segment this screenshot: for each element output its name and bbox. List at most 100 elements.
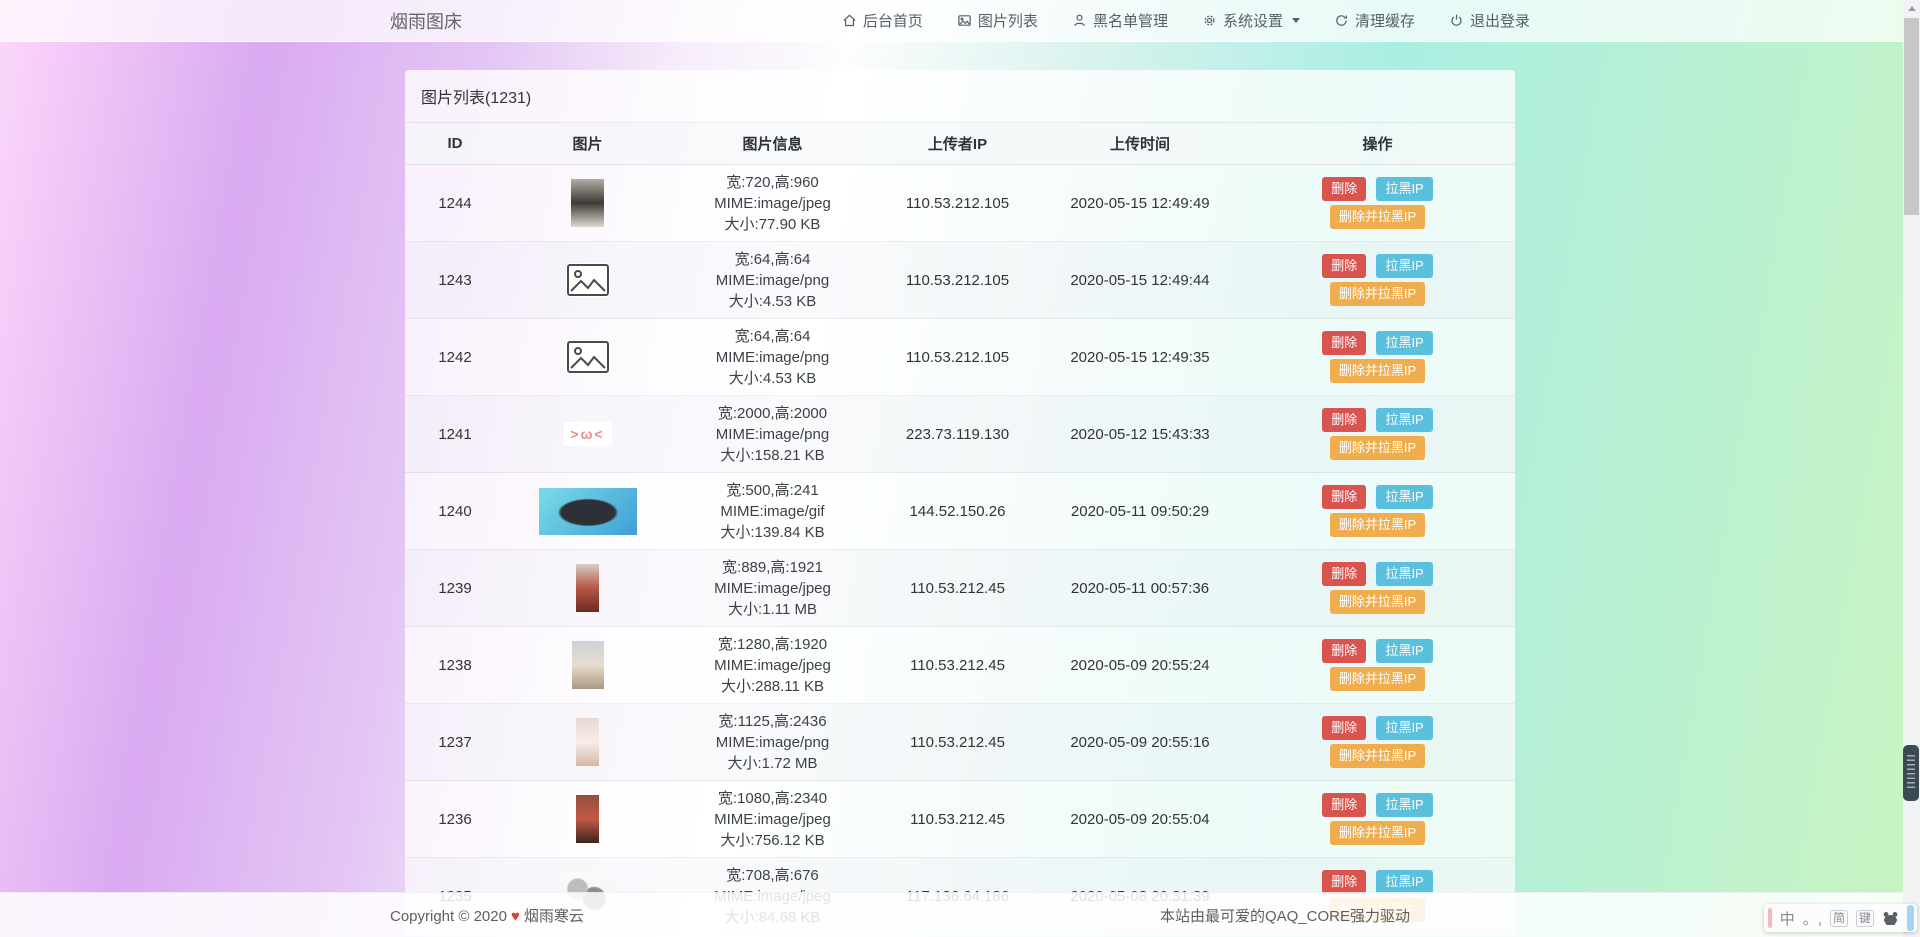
image-id: 1238 <box>405 627 505 704</box>
thumbnail-image[interactable] <box>572 641 604 689</box>
header-id: ID <box>405 123 505 165</box>
nav-item-dashboard[interactable]: 后台首页 <box>842 10 923 31</box>
actions-cell: 删除 拉黑IP 删除并拉黑IP <box>1240 550 1515 627</box>
image-id: 1236 <box>405 781 505 858</box>
blacklist-ip-button[interactable]: 拉黑IP <box>1376 716 1432 740</box>
thumbnail-image[interactable] <box>576 718 599 766</box>
delete-button[interactable]: 删除 <box>1322 870 1366 894</box>
delete-button[interactable]: 删除 <box>1322 485 1366 509</box>
blacklist-ip-button[interactable]: 拉黑IP <box>1376 331 1432 355</box>
blacklist-ip-button[interactable]: 拉黑IP <box>1376 177 1432 201</box>
header-image-info: 图片信息 <box>670 123 875 165</box>
header-uploader-ip: 上传者IP <box>875 123 1040 165</box>
refresh-icon <box>1334 13 1349 28</box>
nav-item-clear-cache[interactable]: 清理缓存 <box>1334 10 1415 31</box>
nav-item-settings[interactable]: 系统设置 <box>1202 10 1300 31</box>
scrollbar-thumb[interactable] <box>1904 18 1919 215</box>
delete-button[interactable]: 删除 <box>1322 254 1366 278</box>
delete-button[interactable]: 删除 <box>1322 793 1366 817</box>
ime-panda-icon[interactable] <box>1882 911 1899 926</box>
delete-and-blacklist-button[interactable]: 删除并拉黑IP <box>1330 359 1425 383</box>
delete-and-blacklist-button[interactable]: 删除并拉黑IP <box>1330 744 1425 768</box>
delete-and-blacklist-button[interactable]: 删除并拉黑IP <box>1330 205 1425 229</box>
power-icon <box>1449 13 1464 28</box>
table-row: 1238 宽:1280,高:1920MIME:image/jpeg大小:288.… <box>405 627 1515 704</box>
thumbnail-image[interactable]: >ω< <box>564 422 612 446</box>
blacklist-ip-button[interactable]: 拉黑IP <box>1376 408 1432 432</box>
table-row: 1240 宽:500,高:241MIME:image/gif大小:139.84 … <box>405 473 1515 550</box>
actions-cell: 删除 拉黑IP 删除并拉黑IP <box>1240 704 1515 781</box>
navbar: 烟雨图床 后台首页 图片列表 黑名单管理 系统设置 清理缓存 <box>0 0 1920 42</box>
ime-right-bar[interactable] <box>1907 905 1914 931</box>
thumbnail-image[interactable] <box>566 263 610 297</box>
home-icon <box>842 13 857 28</box>
upload-time: 2020-05-15 12:49:44 <box>1040 242 1240 319</box>
delete-and-blacklist-button[interactable]: 删除并拉黑IP <box>1330 667 1425 691</box>
ime-punctuation[interactable]: 。, <box>1803 908 1822 929</box>
blacklist-ip-button[interactable]: 拉黑IP <box>1376 485 1432 509</box>
image-id: 1240 <box>405 473 505 550</box>
actions-cell: 删除 拉黑IP 删除并拉黑IP <box>1240 165 1515 242</box>
header-actions: 操作 <box>1240 123 1515 165</box>
uploader-ip: 223.73.119.130 <box>875 396 1040 473</box>
delete-button[interactable]: 删除 <box>1322 177 1366 201</box>
table-body: 1244 宽:720,高:960MIME:image/jpeg大小:77.90 … <box>405 165 1515 935</box>
thumbnail-image[interactable] <box>576 564 599 612</box>
upload-time: 2020-05-11 00:57:36 <box>1040 550 1240 627</box>
upload-time: 2020-05-15 12:49:49 <box>1040 165 1240 242</box>
delete-button[interactable]: 删除 <box>1322 408 1366 432</box>
delete-button[interactable]: 删除 <box>1322 331 1366 355</box>
thumbnail-image[interactable] <box>566 340 610 374</box>
delete-and-blacklist-button[interactable]: 删除并拉黑IP <box>1330 513 1425 537</box>
nav-item-logout[interactable]: 退出登录 <box>1449 10 1530 31</box>
header-upload-time: 上传时间 <box>1040 123 1240 165</box>
image-info: 宽:1125,高:2436MIME:image/png大小:1.72 MB <box>670 704 875 781</box>
ime-mode-chinese[interactable]: 中 <box>1780 908 1795 929</box>
table-row: 1244 宽:720,高:960MIME:image/jpeg大小:77.90 … <box>405 165 1515 242</box>
image-id: 1243 <box>405 242 505 319</box>
image-id: 1237 <box>405 704 505 781</box>
image-id: 1239 <box>405 550 505 627</box>
footer-author: 烟雨寒云 <box>524 908 584 925</box>
delete-and-blacklist-button[interactable]: 删除并拉黑IP <box>1330 590 1425 614</box>
actions-cell: 删除 拉黑IP 删除并拉黑IP <box>1240 781 1515 858</box>
actions-cell: 删除 拉黑IP 删除并拉黑IP <box>1240 473 1515 550</box>
user-icon <box>1072 13 1087 28</box>
scrollbar-up-arrow[interactable] <box>1903 0 1920 17</box>
upload-time: 2020-05-12 15:43:33 <box>1040 396 1240 473</box>
image-info: 宽:889,高:1921MIME:image/jpeg大小:1.11 MB <box>670 550 875 627</box>
image-list-panel: 图片列表(1231) ID 图片 图片信息 上传者IP 上传时间 操作 1244 <box>405 70 1515 935</box>
brand-title[interactable]: 烟雨图床 <box>390 8 462 34</box>
image-info: 宽:500,高:241MIME:image/gif大小:139.84 KB <box>670 473 875 550</box>
side-panel-handle[interactable] <box>1903 745 1919 801</box>
delete-button[interactable]: 删除 <box>1322 562 1366 586</box>
image-id: 1241 <box>405 396 505 473</box>
actions-cell: 删除 拉黑IP 删除并拉黑IP <box>1240 242 1515 319</box>
image-info: 宽:1080,高:2340MIME:image/jpeg大小:756.12 KB <box>670 781 875 858</box>
delete-and-blacklist-button[interactable]: 删除并拉黑IP <box>1330 436 1425 460</box>
ime-toolbar[interactable]: 中 。, 简 键 <box>1764 904 1917 932</box>
broken-image-icon <box>566 340 610 374</box>
nav-item-blacklist[interactable]: 黑名单管理 <box>1072 10 1168 31</box>
delete-and-blacklist-button[interactable]: 删除并拉黑IP <box>1330 282 1425 306</box>
actions-cell: 删除 拉黑IP 删除并拉黑IP <box>1240 396 1515 473</box>
panel-title: 图片列表(1231) <box>405 70 1515 123</box>
thumbnail-image[interactable] <box>571 179 604 227</box>
uploader-ip: 110.53.212.45 <box>875 704 1040 781</box>
actions-cell: 删除 拉黑IP 删除并拉黑IP <box>1240 319 1515 396</box>
blacklist-ip-button[interactable]: 拉黑IP <box>1376 870 1432 894</box>
blacklist-ip-button[interactable]: 拉黑IP <box>1376 639 1432 663</box>
thumbnail-image[interactable] <box>576 795 599 843</box>
nav-item-image-list[interactable]: 图片列表 <box>957 10 1038 31</box>
ime-simplified[interactable]: 简 <box>1830 910 1848 927</box>
blacklist-ip-button[interactable]: 拉黑IP <box>1376 793 1432 817</box>
thumbnail-image[interactable] <box>539 488 637 535</box>
blacklist-ip-button[interactable]: 拉黑IP <box>1376 562 1432 586</box>
broken-image-icon <box>566 263 610 297</box>
blacklist-ip-button[interactable]: 拉黑IP <box>1376 254 1432 278</box>
delete-button[interactable]: 删除 <box>1322 716 1366 740</box>
ime-keyboard[interactable]: 键 <box>1856 910 1874 927</box>
delete-and-blacklist-button[interactable]: 删除并拉黑IP <box>1330 821 1425 845</box>
upload-time: 2020-05-15 12:49:35 <box>1040 319 1240 396</box>
delete-button[interactable]: 删除 <box>1322 639 1366 663</box>
